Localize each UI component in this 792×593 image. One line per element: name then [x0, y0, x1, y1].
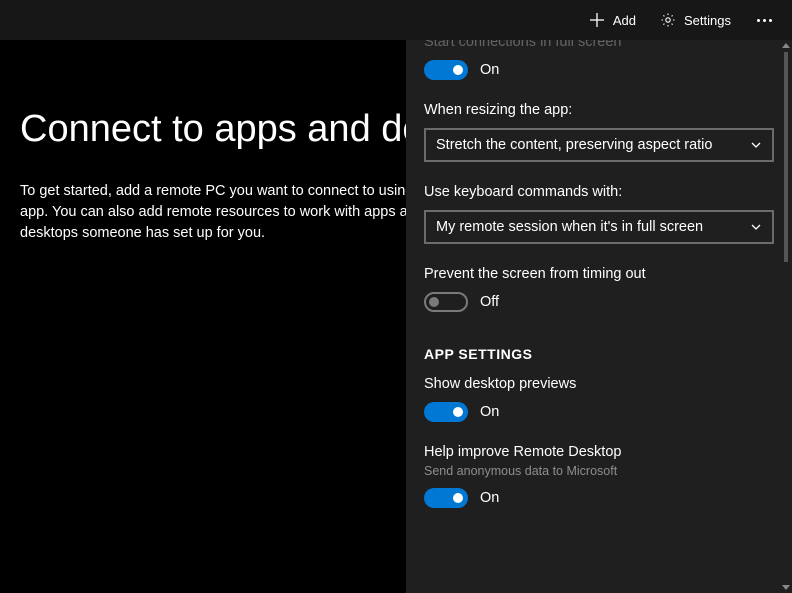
more-button[interactable]: [745, 13, 784, 28]
previews-label: Show desktop previews: [424, 376, 774, 392]
scroll-down-icon: [782, 585, 790, 590]
titlebar: Add Settings: [0, 0, 792, 40]
settings-label: Settings: [684, 13, 731, 28]
app-settings-header: APP SETTINGS: [424, 346, 774, 362]
resize-label: When resizing the app:: [424, 102, 774, 118]
improve-toggle-state: On: [480, 490, 499, 506]
add-label: Add: [613, 13, 636, 28]
keyboard-label: Use keyboard commands with:: [424, 184, 774, 200]
resize-select-value: Stretch the content, preserving aspect r…: [436, 137, 712, 153]
chevron-down-icon: [750, 221, 762, 233]
timeout-toggle[interactable]: [424, 292, 468, 312]
fullscreen-label-cut: Start connections in full screen: [424, 40, 774, 50]
keyboard-select-value: My remote session when it's in full scre…: [436, 219, 703, 235]
scroll-thumb[interactable]: [784, 52, 788, 262]
improve-toggle[interactable]: [424, 488, 468, 508]
settings-button[interactable]: Settings: [650, 6, 741, 34]
scroll-up-icon: [782, 43, 790, 48]
fullscreen-toggle[interactable]: [424, 60, 468, 80]
plus-icon: [589, 12, 605, 28]
ellipsis-icon: [757, 19, 772, 22]
previews-toggle-state: On: [480, 404, 499, 420]
page-description: To get started, add a remote PC you want…: [20, 181, 440, 244]
panel-scrollbar[interactable]: [782, 40, 790, 593]
resize-select[interactable]: Stretch the content, preserving aspect r…: [424, 128, 774, 162]
improve-label: Help improve Remote Desktop: [424, 444, 774, 460]
previews-toggle[interactable]: [424, 402, 468, 422]
timeout-label: Prevent the screen from timing out: [424, 266, 774, 282]
timeout-toggle-state: Off: [480, 294, 499, 310]
keyboard-select[interactable]: My remote session when it's in full scre…: [424, 210, 774, 244]
settings-panel: Start connections in full screen On When…: [406, 40, 792, 593]
improve-sublabel: Send anonymous data to Microsoft: [424, 464, 774, 478]
add-button[interactable]: Add: [579, 6, 646, 34]
fullscreen-toggle-state: On: [480, 62, 499, 78]
chevron-down-icon: [750, 139, 762, 151]
gear-icon: [660, 12, 676, 28]
